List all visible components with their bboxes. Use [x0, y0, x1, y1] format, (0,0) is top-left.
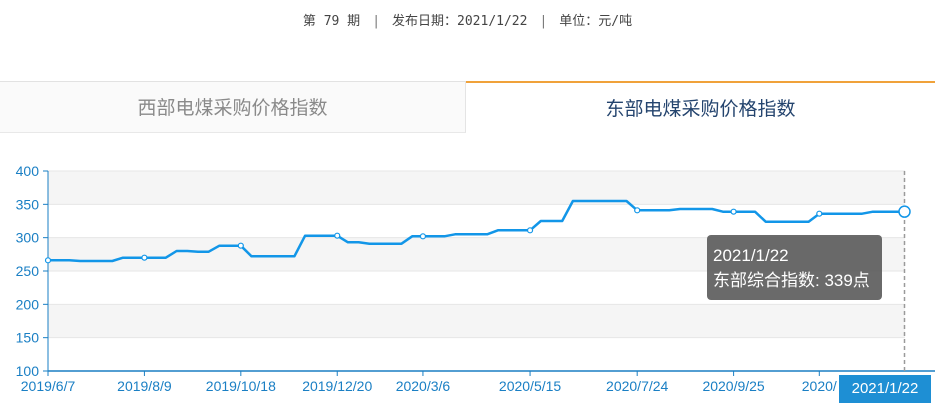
- data-point: [634, 207, 641, 214]
- data-point: [419, 233, 427, 240]
- tooltip-value: 东部综合指数: 339点: [713, 271, 870, 290]
- x-tick-label: 2020/9/25: [702, 378, 764, 394]
- grid-band: [48, 171, 905, 205]
- data-point: [816, 210, 823, 217]
- data-point: [44, 257, 52, 264]
- separator: |: [539, 14, 548, 29]
- axis-pointer-label: 2021/1/22: [839, 375, 931, 403]
- grid-band: [48, 337, 905, 371]
- y-tick-label: 100: [16, 363, 40, 379]
- y-tick-label: 350: [16, 196, 40, 212]
- y-tick-label: 150: [16, 330, 40, 346]
- issue-info-bar: 第 79 期 | 发布日期：2021/1/22 | 单位：元/吨: [0, 10, 935, 29]
- data-point: [237, 242, 244, 249]
- x-tick-label: 2020/: [802, 378, 837, 394]
- y-tick-label: 200: [16, 296, 40, 312]
- x-tick-label: 2019/12/20: [302, 378, 372, 394]
- data-point: [141, 254, 148, 261]
- data-point: [730, 208, 737, 215]
- tab-east-index[interactable]: 东部电煤采购价格指数: [466, 81, 935, 133]
- data-point: [526, 227, 534, 234]
- x-tick-label: 2019/8/9: [117, 378, 172, 394]
- x-tick-label: 2020/7/24: [606, 378, 668, 394]
- grid-band: [48, 304, 905, 338]
- y-tick-label: 400: [16, 163, 40, 179]
- unit-label: 单位：元/吨: [559, 14, 633, 29]
- tooltip-date: 2021/1/22: [713, 246, 789, 265]
- x-tick-label: 2020/3/6: [396, 378, 451, 394]
- x-tick-label: 2019/6/7: [21, 378, 76, 394]
- issue-number: 第 79 期: [302, 14, 361, 29]
- y-tick-label: 300: [16, 230, 40, 246]
- data-point: [334, 232, 341, 239]
- highlight-point: [898, 205, 911, 218]
- index-tabs: 西部电煤采购价格指数 东部电煤采购价格指数: [0, 81, 935, 133]
- x-tick-label: 2019/10/18: [206, 378, 276, 394]
- y-tick-label: 250: [16, 263, 40, 279]
- x-tick-label: 2020/5/15: [499, 378, 561, 394]
- tab-west-index[interactable]: 西部电煤采购价格指数: [0, 81, 466, 133]
- separator: |: [372, 14, 381, 29]
- chart-tooltip: 2021/1/22 东部综合指数: 339点: [707, 235, 882, 300]
- release-date: 发布日期：2021/1/22: [392, 14, 528, 29]
